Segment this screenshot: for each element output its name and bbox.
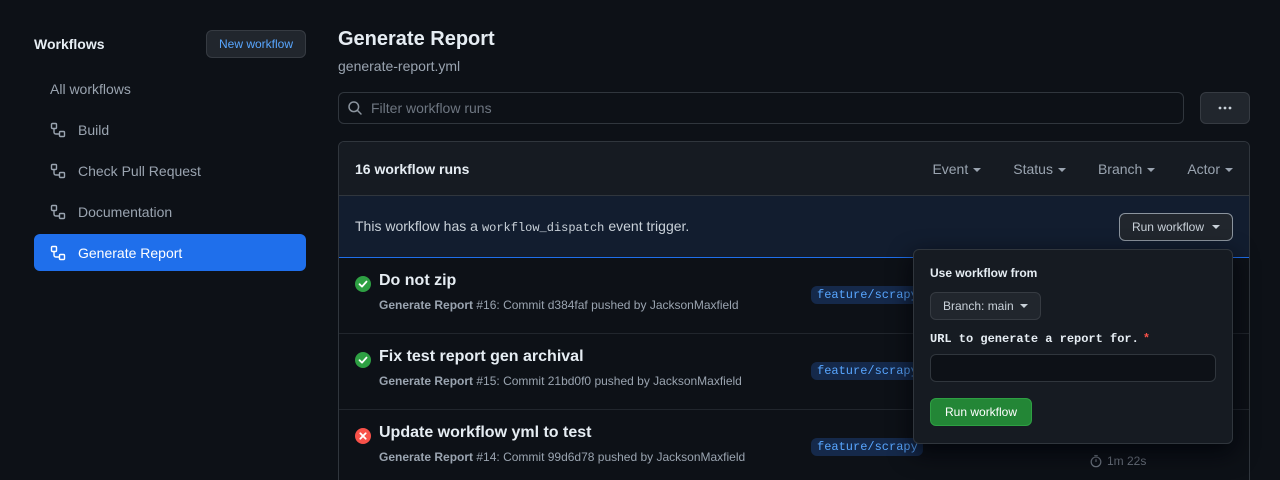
actor-filter[interactable]: Actor [1187, 161, 1233, 177]
sidebar-item-label: Check Pull Request [78, 162, 201, 179]
run-meta: Generate Report #15: Commit 21bd0f0 push… [379, 374, 742, 388]
new-workflow-button[interactable]: New workflow [205, 30, 306, 58]
status-filter[interactable]: Status [1013, 161, 1066, 177]
workflows-sidebar: Workflows New workflow All workflows Bui… [34, 30, 306, 275]
page-title: Generate Report [338, 28, 495, 50]
workflow-file-link[interactable]: generate-report.yml [338, 58, 1250, 74]
sidebar-header: Workflows New workflow [34, 30, 306, 58]
runs-filters: Event Status Branch Actor [932, 161, 1233, 177]
more-options-button[interactable] [1200, 92, 1250, 124]
filter-input[interactable] [371, 100, 1151, 116]
run-workflow-dropdown-button[interactable]: Run workflow [1118, 212, 1233, 241]
branch-tag[interactable]: feature/scrapy [811, 362, 923, 380]
branch-tag[interactable]: feature/scrapy [811, 438, 923, 456]
sidebar-item-label: Generate Report [78, 244, 183, 261]
sidebar-item-label: Build [78, 121, 110, 138]
filter-box [338, 92, 1184, 124]
caret-down-icon [1212, 224, 1220, 229]
event-filter[interactable]: Event [932, 161, 982, 177]
workflow-icon [50, 122, 66, 137]
sidebar-item-label: All workflows [50, 80, 131, 97]
filter-row [338, 92, 1250, 124]
caret-down-icon [1225, 167, 1233, 172]
run-title[interactable]: Fix test report gen archival [379, 348, 584, 366]
run-duration: 1m 22s [1089, 454, 1146, 468]
report-url-input[interactable] [930, 354, 1216, 382]
sidebar-item-build[interactable]: Build [34, 111, 306, 148]
main-content: Generate Report generate-report.yml 16 w… [338, 26, 1250, 480]
caret-down-icon [1019, 304, 1028, 308]
run-title[interactable]: Do not zip [379, 272, 456, 290]
sidebar-item-label: Documentation [78, 203, 173, 220]
caret-down-icon [1147, 167, 1156, 172]
run-workflow-popover: Use workflow from Branch: main URL to ge… [913, 249, 1233, 444]
runs-count: 16 workflow runs [355, 160, 470, 177]
run-meta: Generate Report #14: Commit 99d6d78 push… [379, 450, 746, 464]
workflow-icon [50, 163, 66, 178]
dispatch-message: This workflow has a workflow_dispatch even… [355, 218, 690, 235]
dispatch-event-code: workflow_dispatch [481, 221, 605, 235]
workflow-icon [50, 245, 66, 260]
run-workflow-submit-button[interactable]: Run workflow [930, 398, 1033, 426]
sidebar-item-generate-report[interactable]: Generate Report [34, 234, 306, 271]
sidebar-item-documentation[interactable]: Documentation [34, 193, 306, 230]
search-icon [348, 101, 362, 115]
branch-filter[interactable]: Branch [1098, 161, 1156, 177]
run-meta: Generate Report #16: Commit d384faf push… [379, 298, 739, 312]
check-circle-icon [355, 352, 371, 368]
workflow-list: All workflows Build Check Pull Request D… [34, 70, 306, 271]
runs-header: 16 workflow runs Event Status Branch Act… [339, 142, 1249, 196]
sidebar-title: Workflows [34, 36, 105, 52]
caret-down-icon [973, 167, 982, 172]
caret-down-icon [1057, 167, 1066, 172]
popover-title: Use workflow from [930, 266, 1038, 280]
run-title[interactable]: Update workflow yml to test [379, 424, 591, 442]
workflow-icon [50, 204, 66, 219]
kebab-horizontal-icon [1218, 106, 1232, 110]
branch-tag[interactable]: feature/scrapy [811, 286, 923, 304]
required-marker: * [1142, 332, 1151, 346]
x-circle-icon [355, 428, 371, 444]
sidebar-item-all-workflows[interactable]: All workflows [34, 70, 306, 107]
stopwatch-icon [1090, 454, 1102, 468]
branch-select-button[interactable]: Branch: main [930, 292, 1041, 320]
url-input-label: URL to generate a report for. * [930, 332, 1151, 346]
sidebar-item-check-pull-request[interactable]: Check Pull Request [34, 152, 306, 189]
check-circle-icon [355, 276, 371, 292]
